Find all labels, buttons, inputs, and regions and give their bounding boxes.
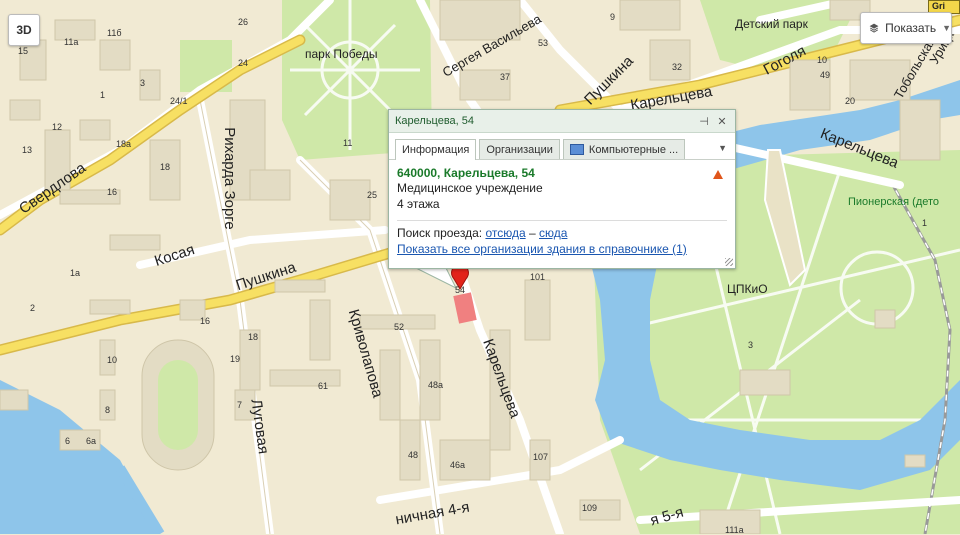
house-number: 37 [500, 72, 511, 82]
resize-handle[interactable] [725, 258, 733, 266]
route-to-link[interactable]: сюда [539, 226, 567, 240]
house-number: 24/1 [170, 96, 188, 106]
house-number: 6 [65, 436, 71, 446]
tabs-dropdown-icon[interactable]: ▼ [718, 143, 731, 153]
tab-label: Информация [402, 144, 470, 156]
house-number: 11 [343, 138, 353, 148]
house-number: 15 [18, 46, 29, 56]
balloon-header: Карельцева, 54 ⊣ ✕ [389, 110, 735, 133]
house-number: 48 [408, 450, 419, 460]
house-number: 16 [107, 187, 118, 197]
house-number: 11б [107, 28, 122, 38]
chevron-down-icon: ▼ [942, 23, 951, 33]
building-floors: 4 этажа [397, 197, 440, 211]
house-number: 49 [820, 70, 831, 80]
house-number: 9 [610, 12, 616, 22]
house-number: 109 [582, 503, 598, 513]
pin-icon[interactable]: ⊣ [697, 115, 711, 128]
house-number: 11а [64, 37, 79, 47]
house-number: 1 [100, 90, 106, 100]
house-number: 52 [394, 322, 405, 332]
balloon-tabs: Информация Организации Компьютерные ... … [389, 133, 735, 160]
house-number: 107 [533, 452, 549, 462]
show-layers-button[interactable]: Показать ▼ [860, 12, 952, 44]
house-number: 24 [238, 58, 249, 68]
house-number: 7 [237, 400, 243, 410]
house-number: 20 [845, 96, 856, 106]
house-number: 8 [105, 405, 111, 415]
building-address: 640000, Карельцева, 54 [397, 166, 535, 180]
tab-label: Компьютерные ... [588, 143, 679, 156]
balloon-body: 640000, Карельцева, 54 Медицинское учреж… [389, 160, 735, 263]
tab-information[interactable]: Информация [395, 139, 477, 160]
route-label: Поиск проезда: [397, 226, 483, 240]
house-number: 2 [30, 303, 36, 313]
marker-label: 54 [455, 285, 466, 295]
house-number: 10 [817, 55, 828, 65]
house-number: 10 [107, 355, 118, 365]
route-search-row: Поиск проезда: отсюда – сюда [397, 225, 727, 241]
close-icon[interactable]: ✕ [715, 115, 729, 128]
place-label-detsky-park: Детский парк [735, 17, 808, 31]
house-number: 16 [200, 316, 211, 326]
building-type: Медицинское учреждение [397, 181, 543, 195]
house-number: 1а [70, 268, 81, 278]
house-number: 18 [248, 332, 259, 342]
tab-computer[interactable]: Компьютерные ... [562, 139, 686, 159]
house-number: 3 [140, 78, 146, 88]
street-label-rikharda-zorge: Рихарда Зорге [220, 127, 238, 230]
house-number: 18 [160, 162, 171, 172]
divider [397, 220, 727, 221]
house-number: 32 [672, 62, 683, 72]
place-label-cpkio: ЦПКиО [727, 282, 768, 296]
house-number: 101 [530, 272, 546, 282]
house-number: 25 [367, 190, 378, 200]
house-number: 6а [86, 436, 97, 446]
3d-toggle-button[interactable]: 3D [8, 14, 40, 46]
house-number: 13 [22, 145, 33, 155]
house-number: 3 [748, 340, 754, 350]
all-organizations-link[interactable]: Показать все организации здания в справо… [397, 242, 687, 256]
house-number: 53 [538, 38, 549, 48]
tab-organizations[interactable]: Организации [479, 139, 560, 159]
layers-icon [869, 23, 879, 33]
route-from-link[interactable]: отсюда [485, 226, 525, 240]
house-number: 26 [238, 17, 249, 27]
info-balloon: Карельцева, 54 ⊣ ✕ Информация Организаци… [388, 109, 736, 269]
house-number: 19 [230, 354, 241, 364]
balloon-title: Карельцева, 54 [395, 115, 475, 127]
house-number: 48а [428, 380, 444, 390]
route-dash: – [528, 226, 536, 240]
computer-icon [569, 144, 584, 155]
show-layers-label: Показать [885, 21, 937, 35]
house-number: 12 [52, 122, 63, 132]
tab-label: Организации [486, 143, 553, 156]
place-label-pionerskaya: Пионерская (дето [848, 196, 940, 208]
place-label-park-pobedy: парк Победы [305, 47, 378, 61]
house-number: 1 [922, 218, 928, 228]
warning-icon[interactable] [713, 170, 723, 179]
house-number: 61 [318, 381, 329, 391]
house-number: 46а [450, 460, 466, 470]
house-number: 18а [116, 139, 132, 149]
